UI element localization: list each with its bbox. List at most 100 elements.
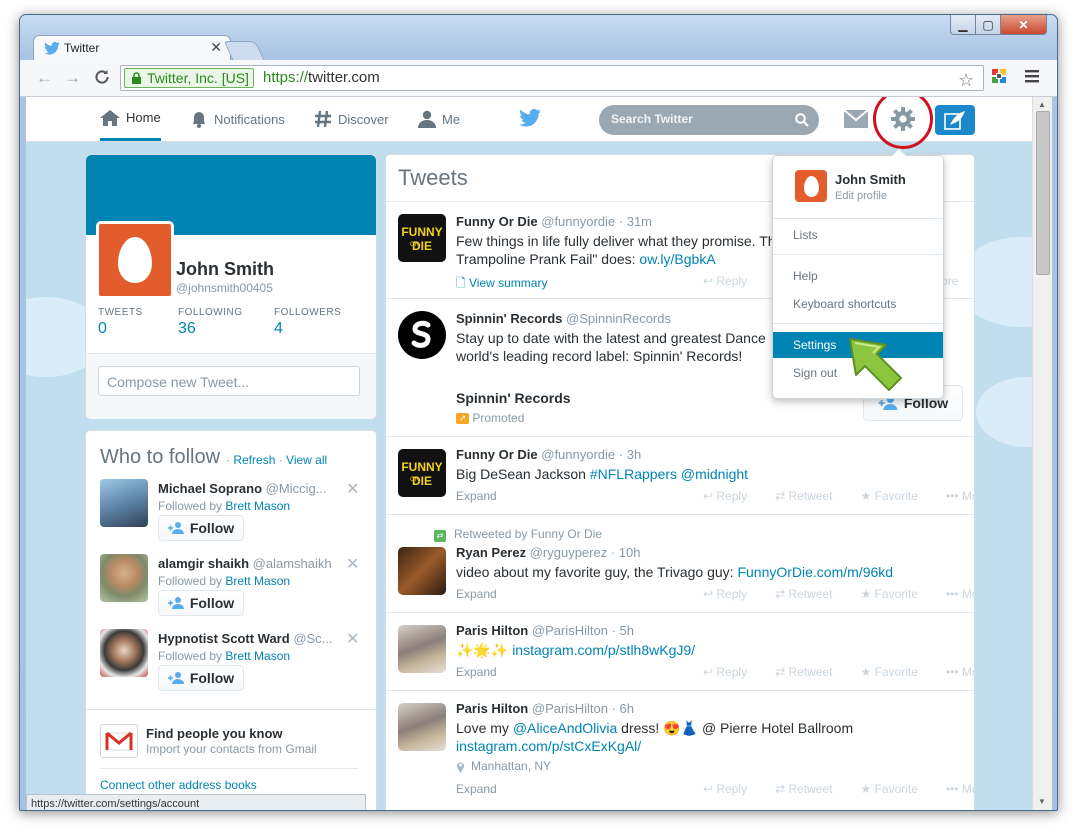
reply-action[interactable]: ↩ Reply (703, 489, 761, 503)
tweet-location[interactable]: Manhattan, NY (456, 759, 551, 773)
nav-home[interactable]: Home (100, 97, 161, 141)
tweet-author[interactable]: Paris Hilton (456, 623, 528, 638)
retweet-action[interactable]: ⇄ Retweet (775, 587, 846, 601)
tweet-avatar[interactable]: FUNNY DIE OR (398, 214, 446, 262)
tweet-avatar[interactable] (398, 625, 446, 673)
retweet-action[interactable]: ⇄ Retweet (775, 665, 846, 679)
suggestion-avatar[interactable] (100, 554, 148, 602)
reload-icon[interactable] (94, 69, 110, 85)
ev-certificate-badge[interactable]: Twitter, Inc. [US] (124, 68, 254, 88)
retweet-action[interactable]: ⇄ Retweet (775, 489, 846, 503)
reply-action[interactable]: ↩ Reply (703, 274, 761, 288)
followed-by-link[interactable]: Brett Mason (225, 574, 290, 588)
suggestion-name[interactable]: Hypnotist Scott Ward @Sc... (158, 631, 336, 646)
compose-tweet-button[interactable] (935, 105, 975, 135)
reply-action[interactable]: ↩ Reply (703, 782, 761, 796)
suggestion-name[interactable]: alamgir shaikh @alamshaikh (158, 556, 336, 571)
tweet-author[interactable]: Funny Or Die (456, 447, 538, 462)
promoted-account-name[interactable]: Spinnin' Records (456, 390, 571, 406)
maximize-button[interactable]: ▢ (975, 15, 1001, 35)
tweet-link[interactable]: FunnyOrDie.com/m/96kd (737, 564, 893, 580)
nav-notifications[interactable]: Notifications (190, 97, 285, 141)
retweet-action[interactable]: ⇄ Retweet (775, 782, 846, 796)
dismiss-icon[interactable]: ✕ (346, 479, 359, 499)
stat-followers[interactable]: FOLLOWERS 4 (274, 307, 341, 338)
url-text[interactable]: https://twitter.com (263, 68, 380, 88)
edit-profile-link[interactable]: Edit profile (835, 190, 887, 202)
bookmark-star-icon[interactable]: ☆ (958, 70, 974, 91)
nav-discover[interactable]: Discover (314, 97, 389, 141)
expand-link[interactable]: Expand (456, 782, 497, 796)
vertical-scrollbar[interactable]: ▲ ▼ (1032, 97, 1052, 810)
address-bar[interactable]: Twitter, Inc. [US] https://twitter.com ☆ (120, 65, 984, 91)
suggestion-avatar[interactable] (100, 629, 148, 677)
view-summary-link[interactable]: 🗋 View summary (456, 274, 547, 295)
find-people-title[interactable]: Find people you know (146, 726, 283, 741)
back-arrow-icon[interactable]: ← (36, 68, 53, 88)
favorite-action[interactable]: ★ Favorite (861, 587, 932, 601)
tweet-author[interactable]: Funny Or Die (456, 214, 538, 229)
mention-link[interactable]: @AliceAndOlivia (513, 720, 617, 736)
followed-by-link[interactable]: Brett Mason (225, 649, 290, 663)
dismiss-icon[interactable]: ✕ (346, 554, 359, 574)
twitter-logo-icon[interactable] (519, 109, 541, 127)
tweet-avatar[interactable] (398, 311, 446, 359)
tweet-author[interactable]: Paris Hilton (456, 701, 528, 716)
gmail-icon[interactable] (100, 724, 138, 758)
follow-button[interactable]: Follow (158, 515, 244, 541)
tweet-avatar[interactable] (398, 547, 446, 595)
follow-button[interactable]: Follow (158, 590, 244, 616)
extension-icon[interactable] (992, 69, 1006, 83)
tweet-item[interactable]: FUNNY DIE OR Funny Or Die @funnyordie · 3h… (386, 436, 974, 515)
more-action[interactable]: ••• More (946, 782, 974, 796)
tweet-item[interactable]: ⇄ Retweeted by Funny Or Die Ryan Perez @r… (386, 514, 974, 613)
more-action[interactable]: ••• More (946, 665, 974, 679)
dismiss-icon[interactable]: ✕ (346, 629, 359, 649)
tweet-link[interactable]: instagram.com/p/stlh8wKgJ9/ (512, 642, 695, 658)
menu-item-lists[interactable]: Lists (773, 222, 943, 248)
menu-item-keyboard-shortcuts[interactable]: Keyboard shortcuts (773, 291, 943, 317)
close-window-button[interactable]: ✕ (1000, 15, 1047, 35)
compose-tweet-input[interactable]: Compose new Tweet... (98, 366, 360, 396)
tweet-avatar[interactable] (398, 703, 446, 751)
tweet-item[interactable]: Paris Hilton @ParisHilton · 6h Love my @… (386, 690, 974, 810)
suggestion-avatar[interactable] (100, 479, 148, 527)
expand-link[interactable]: Expand (456, 489, 497, 503)
tweet-author[interactable]: Ryan Perez (456, 545, 526, 560)
envelope-icon[interactable] (844, 110, 868, 128)
search-input[interactable]: Search Twitter (599, 105, 819, 135)
dropdown-user-name[interactable]: John Smith (835, 172, 906, 187)
nav-me[interactable]: Me (418, 97, 460, 141)
favorite-action[interactable]: ★ Favorite (861, 665, 932, 679)
tweet-link[interactable]: ow.ly/BgbkA (639, 251, 715, 267)
view-all-link[interactable]: View all (286, 453, 327, 467)
scroll-down-icon[interactable]: ▼ (1038, 797, 1046, 806)
refresh-link[interactable]: Refresh (233, 453, 275, 467)
favorite-action[interactable]: ★ Favorite (861, 782, 932, 796)
stat-tweets[interactable]: TWEETS 0 (98, 307, 143, 338)
search-icon[interactable] (795, 113, 809, 127)
reply-action[interactable]: ↩ Reply (703, 665, 761, 679)
more-action[interactable]: ••• More (946, 489, 974, 503)
followed-by-link[interactable]: Brett Mason (225, 499, 290, 513)
scroll-up-icon[interactable]: ▲ (1038, 100, 1046, 109)
follow-button[interactable]: Follow (158, 665, 244, 691)
stat-following[interactable]: FOLLOWING 36 (178, 307, 243, 338)
favorite-action[interactable]: ★ Favorite (861, 489, 932, 503)
expand-link[interactable]: Expand (456, 587, 497, 601)
tweet-item[interactable]: Paris Hilton @ParisHilton · 5h ✨🌟✨ insta… (386, 612, 974, 691)
connect-address-books-link[interactable]: Connect other address books (100, 778, 257, 792)
scrollbar-thumb[interactable] (1036, 111, 1050, 275)
browser-tab[interactable]: Twitter ✕ (33, 35, 231, 62)
expand-link[interactable]: Expand (456, 665, 497, 679)
minimize-button[interactable]: ▁ (950, 15, 976, 35)
tweet-author[interactable]: Spinnin' Records (456, 311, 562, 326)
more-action[interactable]: ••• More (946, 587, 974, 601)
browser-menu-icon[interactable] (1025, 69, 1039, 83)
reply-action[interactable]: ↩ Reply (703, 587, 761, 601)
tweet-avatar[interactable]: FUNNY DIE OR (398, 449, 446, 497)
avatar[interactable] (96, 221, 174, 299)
menu-item-help[interactable]: Help (773, 263, 943, 289)
tab-close-icon[interactable]: ✕ (210, 39, 222, 56)
suggestion-name[interactable]: Michael Soprano @Miccig... (158, 481, 336, 496)
